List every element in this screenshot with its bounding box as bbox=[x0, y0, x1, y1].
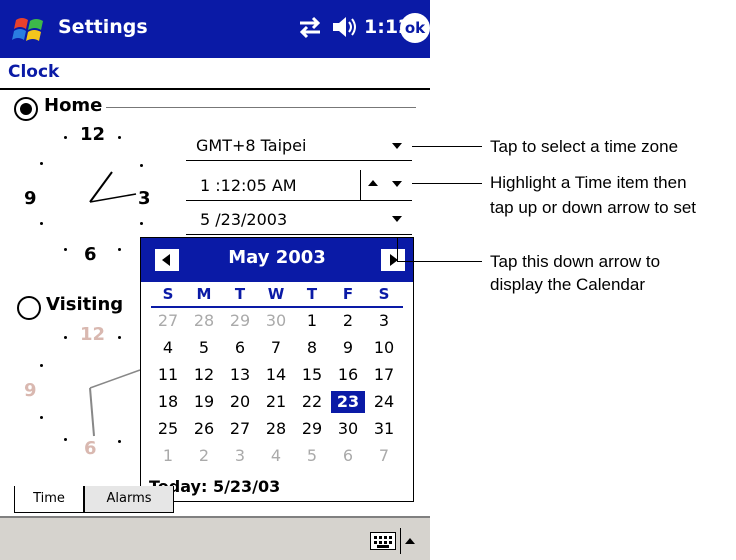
time-field[interactable]: 1 :12:05 AM bbox=[200, 176, 297, 195]
calendar-day[interactable]: 2 bbox=[331, 310, 365, 332]
calendar-day[interactable]: 27 bbox=[223, 418, 257, 440]
timezone-dropdown-arrow-icon[interactable] bbox=[392, 143, 402, 149]
calendar-day[interactable]: 30 bbox=[331, 418, 365, 440]
calendar-day[interactable]: 2 bbox=[187, 445, 221, 467]
calendar-day[interactable]: 23 bbox=[331, 391, 365, 413]
calendar-day[interactable]: 7 bbox=[367, 445, 401, 467]
command-bar bbox=[0, 516, 430, 560]
keyboard-icon[interactable] bbox=[370, 532, 396, 550]
tab-time[interactable]: Time bbox=[14, 486, 84, 513]
home-label: Home bbox=[44, 95, 103, 116]
calendar-day[interactable]: 18 bbox=[151, 391, 185, 413]
calendar-day[interactable]: 17 bbox=[367, 364, 401, 386]
weekday-header: S bbox=[378, 285, 390, 303]
calendar-day[interactable]: 3 bbox=[367, 310, 401, 332]
time-down-arrow-icon[interactable] bbox=[392, 181, 402, 187]
calendar-day[interactable]: 1 bbox=[151, 445, 185, 467]
calendar-day[interactable]: 24 bbox=[367, 391, 401, 413]
calendar-day[interactable]: 7 bbox=[259, 337, 293, 359]
calendar-month-year: May 2003 bbox=[228, 247, 326, 268]
calendar-popup: May 2003 Today: 5/23/03 S M T W T F S 27 28 29 30 1… bbox=[140, 237, 414, 502]
callout-calendar-line1: Tap this down arrow to bbox=[490, 252, 661, 271]
date-field[interactable]: 5 /23/2003 bbox=[200, 210, 287, 229]
calendar-day[interactable]: 6 bbox=[223, 337, 257, 359]
date-dropdown-arrow-icon[interactable] bbox=[392, 216, 402, 222]
callout-calendar-line2: display the Calendar bbox=[490, 275, 645, 294]
calendar-day[interactable]: 4 bbox=[259, 445, 293, 467]
calendar-day[interactable]: 14 bbox=[259, 364, 293, 386]
weekday-header: W bbox=[267, 285, 285, 303]
pocketpc-screen: Settings 1:12 ok Clock Home 12 3 6 9 GMT… bbox=[0, 0, 430, 560]
callout-time-line1: Highlight a Time item then bbox=[490, 173, 687, 192]
connectivity-icon[interactable] bbox=[296, 12, 324, 42]
calendar-day[interactable]: 11 bbox=[151, 364, 185, 386]
home-radio[interactable] bbox=[14, 97, 38, 121]
home-divider bbox=[106, 107, 416, 108]
volume-icon[interactable] bbox=[330, 12, 360, 42]
calendar-day[interactable]: 15 bbox=[295, 364, 329, 386]
calendar-day[interactable]: 12 bbox=[187, 364, 221, 386]
calendar-day[interactable]: 28 bbox=[259, 418, 293, 440]
tab-alarms[interactable]: Alarms bbox=[84, 486, 174, 513]
calendar-day[interactable]: 27 bbox=[151, 310, 185, 332]
callout-line-calendar bbox=[397, 261, 482, 262]
header-divider bbox=[0, 88, 430, 90]
callout-timezone: Tap to select a time zone bbox=[490, 137, 679, 156]
calendar-day[interactable]: 13 bbox=[223, 364, 257, 386]
callout-line-time bbox=[412, 183, 482, 184]
visiting-radio[interactable] bbox=[17, 296, 41, 320]
weekday-header: M bbox=[196, 285, 212, 303]
timezone-dropdown[interactable]: GMT+8 Taipei bbox=[196, 136, 306, 155]
page-title: Clock bbox=[8, 62, 60, 82]
time-up-arrow-icon[interactable] bbox=[368, 180, 378, 186]
tab-strip: Time Alarms bbox=[0, 486, 430, 516]
calendar-day[interactable]: 8 bbox=[295, 337, 329, 359]
calendar-day[interactable]: 21 bbox=[259, 391, 293, 413]
calendar-day[interactable]: 4 bbox=[151, 337, 185, 359]
calendar-day[interactable]: 16 bbox=[331, 364, 365, 386]
weekday-header: T bbox=[234, 285, 246, 303]
calendar-day[interactable]: 10 bbox=[367, 337, 401, 359]
weekday-header: S bbox=[162, 285, 174, 303]
calendar-day[interactable]: 28 bbox=[187, 310, 221, 332]
title-bar: Settings 1:12 ok bbox=[0, 0, 430, 58]
calendar-day[interactable]: 31 bbox=[367, 418, 401, 440]
calendar-day[interactable]: 5 bbox=[295, 445, 329, 467]
ok-button[interactable]: ok bbox=[400, 13, 430, 43]
calendar-day[interactable]: 19 bbox=[187, 391, 221, 413]
calendar-day[interactable]: 26 bbox=[187, 418, 221, 440]
calendar-day[interactable]: 25 bbox=[151, 418, 185, 440]
callout-time-line2: tap up or down arrow to set bbox=[490, 198, 697, 217]
calendar-day[interactable]: 30 bbox=[259, 310, 293, 332]
next-month-button[interactable] bbox=[381, 249, 405, 271]
windows-start-icon[interactable] bbox=[12, 12, 48, 48]
visiting-label: Visiting bbox=[46, 294, 124, 315]
calendar-header: May 2003 bbox=[141, 238, 413, 282]
calendar-day[interactable]: 6 bbox=[331, 445, 365, 467]
calendar-day[interactable]: 20 bbox=[223, 391, 257, 413]
calendar-day[interactable]: 5 bbox=[187, 337, 221, 359]
input-panel-arrow-icon[interactable] bbox=[405, 538, 415, 544]
app-title: Settings bbox=[58, 16, 148, 38]
calendar-day[interactable]: 1 bbox=[295, 310, 329, 332]
calendar-day[interactable]: 9 bbox=[331, 337, 365, 359]
calendar-day[interactable]: 29 bbox=[295, 418, 329, 440]
weekday-header: F bbox=[342, 285, 354, 303]
callout-line-timezone bbox=[412, 146, 482, 147]
weekday-header: T bbox=[306, 285, 318, 303]
calendar-day[interactable]: 22 bbox=[295, 391, 329, 413]
calendar-day[interactable]: 29 bbox=[223, 310, 257, 332]
calendar-day[interactable]: 3 bbox=[223, 445, 257, 467]
